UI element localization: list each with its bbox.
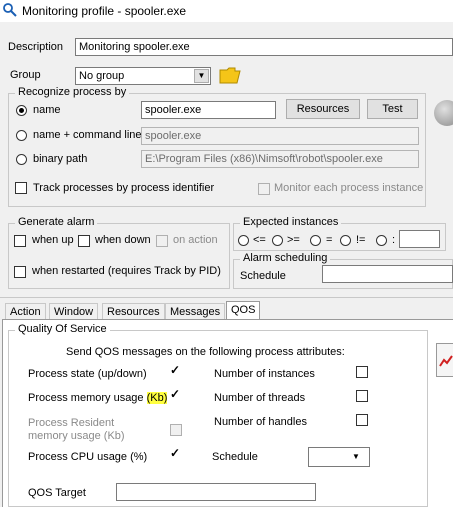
when-up-label: when up xyxy=(32,234,74,246)
group-label: Group xyxy=(10,69,41,81)
title-bar: Monitoring profile - spooler.exe xyxy=(0,0,453,22)
num-handles-label: Number of handles xyxy=(214,416,307,428)
tab-messages[interactable]: Messages xyxy=(165,303,226,319)
resident-memory-checkbox[interactable] xyxy=(170,424,182,436)
process-state-checkbox[interactable] xyxy=(170,363,182,378)
chevron-down-icon[interactable]: ▼ xyxy=(352,452,360,461)
num-threads-checkbox[interactable] xyxy=(356,390,368,402)
description-label: Description xyxy=(8,41,64,53)
qos-intro: Send QOS messages on the following proce… xyxy=(66,346,345,358)
tab-window[interactable]: Window xyxy=(49,303,99,319)
tab-action[interactable]: Action xyxy=(5,303,46,319)
qos-target-label: QOS Target xyxy=(28,487,86,499)
process-state-label: Process state (up/down) xyxy=(28,368,147,380)
group-select[interactable]: No group xyxy=(75,67,211,85)
status-globe-icon xyxy=(434,100,453,126)
monitor-each-checkbox[interactable] xyxy=(258,183,270,195)
radio-name[interactable] xyxy=(16,105,27,116)
test-button[interactable]: Test xyxy=(367,99,418,119)
generate-alarm-group: Generate alarm xyxy=(8,216,230,289)
expected-instances-legend: Expected instances xyxy=(240,216,342,228)
memory-usage-unit-highlight: (Kb) xyxy=(146,392,168,404)
binary-input[interactable]: E:\Program Files (x86)\Nimsoft\robot\spo… xyxy=(141,150,419,168)
qos-target-input[interactable] xyxy=(116,483,316,501)
alarm-schedule-label: Schedule xyxy=(240,270,286,282)
generate-alarm-legend: Generate alarm xyxy=(15,216,98,228)
track-pid-label: Track processes by process identifier xyxy=(33,182,215,194)
qos-schedule-label: Schedule xyxy=(212,451,258,463)
when-restarted-label: when restarted (requires Track by PID) xyxy=(32,265,221,277)
op-ne-label: != xyxy=(356,234,366,246)
recognize-legend: Recognize process by xyxy=(15,86,130,98)
description-input[interactable]: Monitoring spooler.exe xyxy=(75,38,453,56)
radio-op-ge[interactable] xyxy=(272,235,283,246)
radio-binary[interactable] xyxy=(16,154,27,165)
folder-icon[interactable] xyxy=(219,66,241,84)
app-icon xyxy=(3,3,17,17)
alarm-schedule-input[interactable] xyxy=(322,265,453,283)
separator xyxy=(0,297,453,298)
when-up-checkbox[interactable] xyxy=(14,235,26,247)
monitor-each-label: Monitor each process instance xyxy=(274,182,424,194)
radio-op-range[interactable] xyxy=(376,235,387,246)
op-ge-label: >= xyxy=(287,234,300,246)
radio-op-le[interactable] xyxy=(238,235,249,246)
on-action-checkbox[interactable] xyxy=(156,235,168,247)
memory-usage-text: Process memory usage xyxy=(28,392,147,404)
tab-qos[interactable]: QOS xyxy=(226,301,261,320)
when-down-checkbox[interactable] xyxy=(78,235,90,247)
num-threads-label: Number of threads xyxy=(214,392,306,404)
chevron-down-icon[interactable]: ▼ xyxy=(194,69,209,83)
op-le-label: <= xyxy=(253,234,266,246)
cmdline-input[interactable]: spooler.exe xyxy=(141,127,419,145)
cpu-usage-label: Process CPU usage (%) xyxy=(28,451,148,463)
on-action-label: on action xyxy=(173,234,218,246)
memory-usage-checkbox[interactable] xyxy=(170,387,182,402)
binary-label: binary path xyxy=(33,153,88,165)
expected-instances-input[interactable] xyxy=(399,230,440,248)
cmdline-label: name + command line xyxy=(33,129,142,141)
track-pid-checkbox[interactable] xyxy=(15,182,27,194)
num-instances-label: Number of instances xyxy=(214,368,315,380)
name-label: name xyxy=(33,104,61,116)
memory-usage-label: Process memory usage (Kb) xyxy=(28,392,168,404)
num-handles-checkbox[interactable] xyxy=(356,414,368,426)
radio-cmdline[interactable] xyxy=(16,130,27,141)
qos-legend: Quality Of Service xyxy=(15,323,110,335)
resident-memory-label: Process Resident memory usage (Kb) xyxy=(28,417,125,442)
num-instances-checkbox[interactable] xyxy=(356,366,368,378)
chart-icon xyxy=(439,355,453,367)
radio-op-eq[interactable] xyxy=(310,235,321,246)
name-input[interactable]: spooler.exe xyxy=(141,101,276,119)
group-select-value: No group xyxy=(79,70,125,82)
when-down-label: when down xyxy=(95,234,151,246)
resources-button[interactable]: Resources xyxy=(286,99,360,119)
when-restarted-checkbox[interactable] xyxy=(14,266,26,278)
tab-resources[interactable]: Resources xyxy=(102,303,165,319)
op-eq-label: = xyxy=(326,234,333,246)
cpu-usage-checkbox[interactable] xyxy=(170,446,182,461)
alarm-scheduling-legend: Alarm scheduling xyxy=(240,252,331,264)
window-title: Monitoring profile - spooler.exe xyxy=(22,4,187,18)
op-range-label: : xyxy=(392,234,396,246)
chart-button[interactable] xyxy=(436,343,453,377)
radio-op-ne[interactable] xyxy=(340,235,351,246)
qos-schedule-select[interactable] xyxy=(308,447,370,467)
